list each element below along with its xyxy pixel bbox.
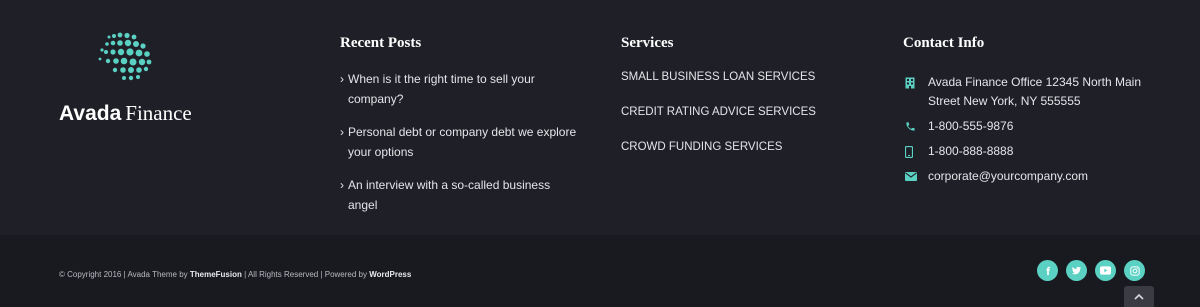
recent-post-title: When is it the right time to sell your c… bbox=[348, 72, 535, 106]
twitter-button[interactable] bbox=[1066, 260, 1087, 281]
email-address: corporate@yourcompany.com bbox=[928, 169, 1089, 183]
copyright-prefix: © Copyright 2016 | Avada Theme by bbox=[59, 270, 190, 279]
instagram-button[interactable] bbox=[1124, 260, 1145, 281]
social-links bbox=[1037, 260, 1145, 281]
recent-post-link[interactable]: › Personal debt or company debt we explo… bbox=[340, 122, 580, 162]
contact-mobile[interactable]: 1-800-888-8888 bbox=[905, 142, 1165, 161]
recent-posts-list: › When is it the right time to sell your… bbox=[340, 69, 580, 228]
chevron-right-icon: › bbox=[340, 72, 344, 86]
recent-post-link[interactable]: › An interview with a so-called business… bbox=[340, 175, 580, 215]
service-link[interactable]: CREDIT RATING ADVICE SERVICES bbox=[621, 104, 861, 120]
brand-name: Avada Finance bbox=[59, 101, 192, 126]
copyright-text: © Copyright 2016 | Avada Theme by ThemeF… bbox=[59, 270, 411, 279]
back-to-top-button[interactable] bbox=[1124, 286, 1154, 307]
wordpress-link[interactable]: WordPress bbox=[369, 270, 411, 279]
contact-info: Avada Finance Office 12345 North Main St… bbox=[905, 73, 1165, 192]
themefusion-link[interactable]: ThemeFusion bbox=[190, 270, 242, 279]
building-icon bbox=[905, 73, 928, 92]
contact-heading: Contact Info bbox=[903, 35, 985, 51]
chevron-up-icon bbox=[1134, 293, 1144, 300]
service-link[interactable]: SMALL BUSINESS LOAN SERVICES bbox=[621, 69, 861, 85]
chevron-right-icon: › bbox=[340, 178, 344, 192]
globe-logo-icon bbox=[98, 32, 152, 81]
recent-post-title: An interview with a so-called business a… bbox=[348, 178, 551, 212]
phone-number: 1-800-555-9876 bbox=[928, 119, 1014, 133]
address-text: Avada Finance Office 12345 North Main St… bbox=[928, 75, 1142, 108]
facebook-icon bbox=[1045, 266, 1050, 275]
youtube-button[interactable] bbox=[1095, 260, 1116, 281]
recent-posts-heading: Recent Posts bbox=[340, 35, 422, 51]
recent-post-title: Personal debt or company debt we explore… bbox=[348, 125, 577, 159]
services-list: SMALL BUSINESS LOAN SERVICES CREDIT RATI… bbox=[621, 69, 861, 174]
services-heading: Services bbox=[621, 35, 674, 51]
service-link[interactable]: CROWD FUNDING SERVICES bbox=[621, 139, 861, 155]
recent-post-link[interactable]: › When is it the right time to sell your… bbox=[340, 69, 580, 109]
instagram-icon bbox=[1129, 265, 1140, 276]
brand-name-light: Finance bbox=[125, 101, 192, 125]
contact-phone[interactable]: 1-800-555-9876 bbox=[905, 117, 1165, 136]
copyright-middle: | All Rights Reserved | Powered by bbox=[241, 270, 370, 279]
contact-address: Avada Finance Office 12345 North Main St… bbox=[905, 73, 1165, 111]
site-logo[interactable]: Avada Finance bbox=[59, 32, 209, 127]
chevron-right-icon: › bbox=[340, 125, 344, 139]
phone-icon bbox=[905, 117, 928, 136]
contact-email[interactable]: corporate@yourcompany.com bbox=[905, 167, 1165, 186]
footer-widgets: Avada Finance Recent Posts › When is it t… bbox=[0, 0, 1200, 235]
facebook-button[interactable] bbox=[1037, 260, 1058, 281]
mobile-number: 1-800-888-8888 bbox=[928, 144, 1014, 158]
brand-name-bold: Avada bbox=[59, 102, 122, 125]
envelope-icon bbox=[905, 167, 928, 186]
youtube-icon bbox=[1100, 266, 1111, 275]
twitter-icon bbox=[1071, 266, 1082, 275]
mobile-phone-icon bbox=[905, 142, 928, 161]
